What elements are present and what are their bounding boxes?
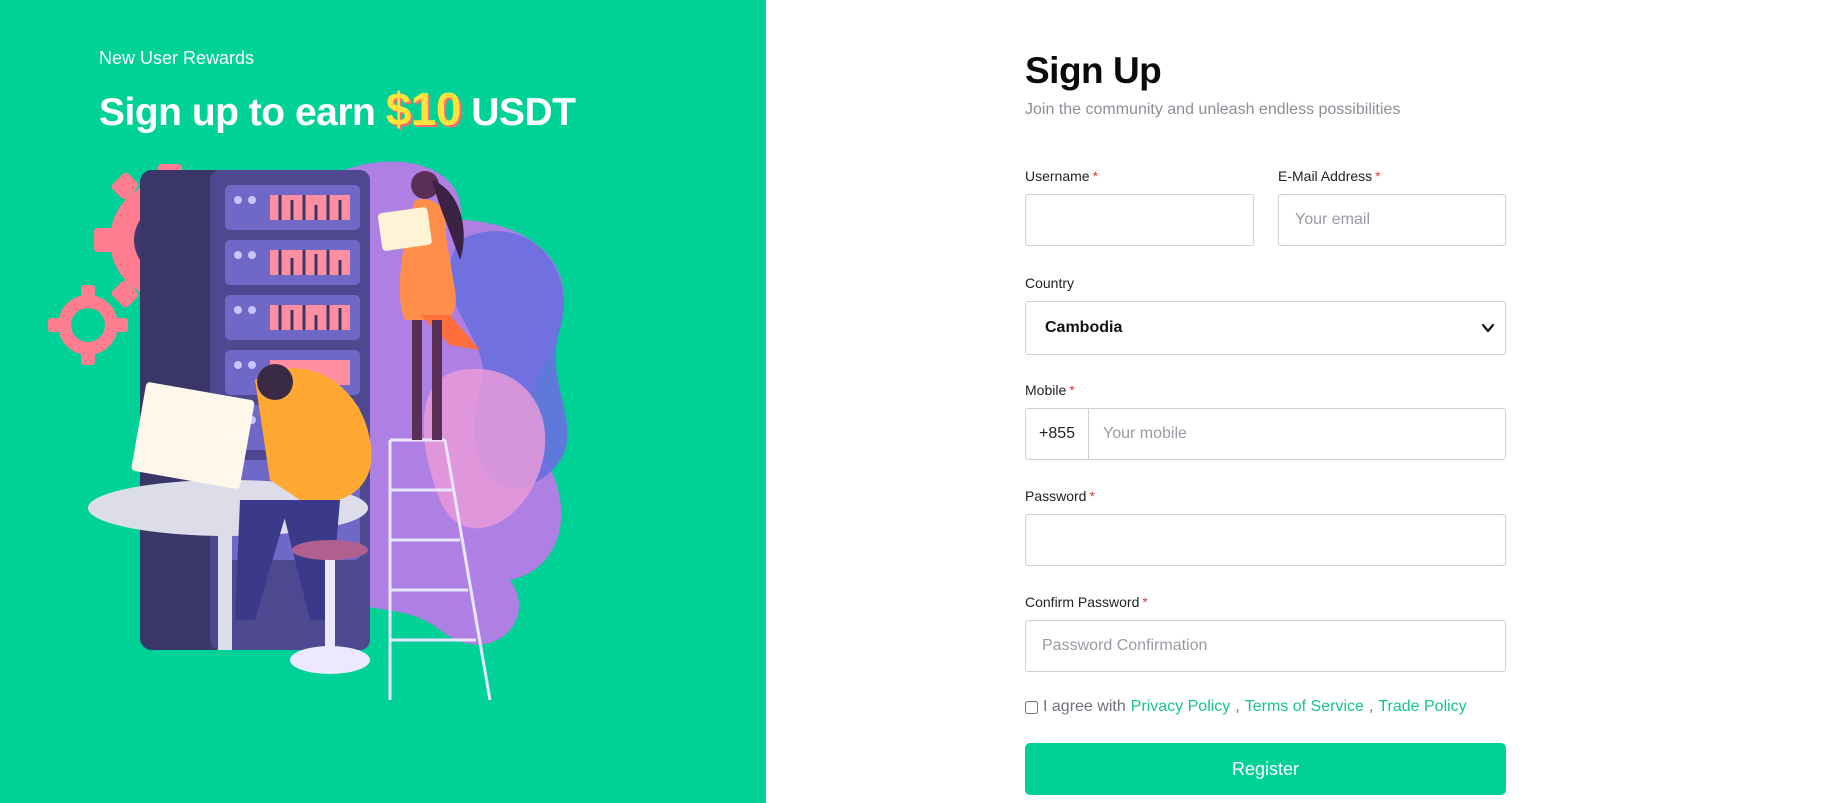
email-group: E-Mail Address * — [1278, 168, 1506, 246]
username-label-text: Username — [1025, 168, 1090, 184]
country-group: Country Cambodia — [1025, 275, 1506, 355]
country-label: Country — [1025, 275, 1075, 291]
agree-checkbox[interactable] — [1025, 700, 1038, 714]
email-label: E-Mail Address * — [1278, 168, 1506, 186]
agreement-row: I agree with Privacy Policy , Terms of S… — [1025, 698, 1506, 716]
mobile-group: Mobile * +855 — [1025, 382, 1506, 460]
required-mark: * — [1375, 168, 1381, 184]
form-title: Sign Up — [1025, 50, 1162, 91]
link-separator: , — [1235, 698, 1240, 715]
username-group: Username * — [1025, 168, 1254, 246]
mobile-input-group: +855 — [1025, 408, 1506, 460]
promo-reward-amount: $10 — [385, 83, 462, 135]
password-label-text: Password — [1025, 488, 1087, 504]
promo-headline-suffix: USDT — [471, 91, 576, 134]
mobile-label: Mobile * — [1025, 382, 1506, 400]
username-label: Username * — [1025, 168, 1254, 186]
confirm-password-label-text: Confirm Password — [1025, 594, 1140, 610]
promo-panel: New User Rewards Sign up to earn $10 USD… — [0, 0, 766, 803]
email-label-text: E-Mail Address — [1278, 168, 1373, 184]
signup-form: Sign Up Join the community and unleash e… — [1025, 50, 1506, 795]
agree-prefix: I agree with — [1043, 698, 1126, 715]
password-label: Password * — [1025, 488, 1506, 506]
form-subtitle: Join the community and unleash endless p… — [1025, 101, 1401, 118]
promo-eyebrow: New User Rewards — [99, 48, 255, 68]
required-mark: * — [1069, 382, 1075, 398]
server-room-illustration — [48, 161, 568, 701]
promo-headline-prefix: Sign up to earn — [99, 91, 376, 134]
password-input[interactable] — [1025, 514, 1506, 566]
dial-code: +855 — [1026, 409, 1089, 459]
register-button[interactable]: Register — [1025, 743, 1506, 795]
country-select-value: Cambodia — [1045, 319, 1123, 336]
privacy-policy-link[interactable]: Privacy Policy — [1131, 698, 1231, 716]
mobile-input[interactable] — [1089, 409, 1505, 459]
promo-headline: Sign up to earn $10 USDT — [99, 82, 576, 136]
mobile-label-text: Mobile — [1025, 382, 1067, 398]
username-input[interactable] — [1025, 194, 1254, 246]
country-select[interactable]: Cambodia — [1025, 301, 1506, 355]
confirm-password-label: Confirm Password * — [1025, 594, 1506, 612]
terms-of-service-link[interactable]: Terms of Service — [1245, 698, 1364, 716]
required-mark: * — [1142, 594, 1148, 610]
username-email-row: Username * E-Mail Address * — [1025, 168, 1506, 248]
password-group: Password * — [1025, 488, 1506, 566]
confirm-password-input[interactable] — [1025, 620, 1506, 672]
required-mark: * — [1089, 488, 1095, 504]
email-input[interactable] — [1278, 194, 1506, 246]
link-separator: , — [1368, 698, 1374, 715]
man-at-desk — [88, 364, 372, 674]
required-mark: * — [1092, 168, 1099, 184]
chevron-down-icon — [1481, 323, 1495, 333]
trade-policy-link[interactable]: Trade Policy — [1378, 698, 1466, 716]
confirm-password-group: Confirm Password * — [1025, 594, 1506, 672]
